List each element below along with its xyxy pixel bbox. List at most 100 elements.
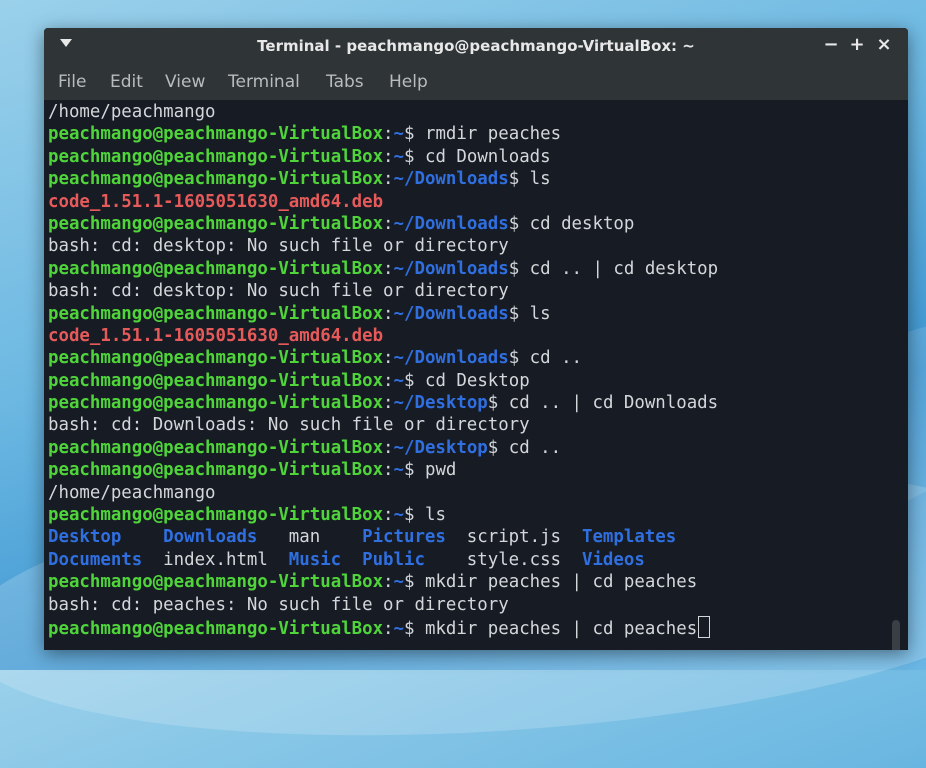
command-text: ls [414, 505, 446, 526]
prompt-dollar: $ [508, 258, 520, 279]
prompt-user: peachmango@peachmango-VirtualBox [48, 505, 384, 526]
prompt-user: peachmango@peachmango-VirtualBox [48, 124, 384, 145]
prompt-path: ~ [393, 460, 405, 481]
terminal-line: peachmango@peachmango-VirtualBox:~$ mkdi… [48, 615, 888, 639]
prompt-path: ~ [393, 618, 405, 639]
maximize-button[interactable]: + [846, 34, 868, 56]
terminal-line: peachmango@peachmango-VirtualBox:~/Downl… [48, 303, 888, 325]
output-text: /home/peachmango [48, 482, 216, 503]
terminal-line: Desktop Downloads man Pictures script.js Temp… [48, 526, 888, 548]
terminal-line: peachmango@peachmango-VirtualBox:~$ pwd [48, 459, 888, 481]
menu-terminal[interactable]: Terminal [228, 72, 300, 92]
prompt-colon: : [383, 146, 394, 167]
prompt-user: peachmango@peachmango-VirtualBox [48, 303, 384, 324]
prompt-path: ~/Downloads [393, 169, 509, 190]
menu-edit[interactable]: Edit [110, 72, 143, 92]
prompt-path: ~/Desktop [393, 437, 488, 458]
terminal-line: peachmango@peachmango-VirtualBox:~/Downl… [48, 258, 888, 280]
output-text: bash: cd: peaches: No such file or direc… [48, 594, 509, 615]
prompt-colon: : [383, 437, 394, 458]
text-cursor [698, 615, 711, 638]
ls-file: style.css [466, 549, 562, 570]
window-title: Terminal - peachmango@peachmango-Virtual… [257, 37, 695, 55]
terminal-line: peachmango@peachmango-VirtualBox:~$ mkdi… [48, 571, 888, 593]
ls-directory: Desktop [48, 527, 122, 548]
output-text: bash: cd: desktop: No such file or direc… [48, 281, 509, 302]
output-text: bash: cd: Downloads: No such file or dir… [48, 415, 530, 436]
terminal-window: Terminal - peachmango@peachmango-Virtual… [44, 28, 908, 650]
titlebar[interactable]: Terminal - peachmango@peachmango-Virtual… [44, 28, 908, 64]
output-text: bash: cd: desktop: No such file or direc… [48, 236, 509, 257]
terminal-line: peachmango@peachmango-VirtualBox:~$ ls [48, 504, 888, 526]
terminal-line: Documents index.html Music Public style.css V… [48, 549, 888, 571]
terminal-line: bash: cd: desktop: No such file or direc… [48, 235, 888, 257]
terminal-output[interactable]: /home/peachmango peachmango@peachmango-Vi… [44, 100, 908, 650]
prompt-dollar: $ [508, 169, 520, 190]
menu-file[interactable]: File [58, 72, 86, 92]
prompt-colon: : [383, 348, 394, 369]
prompt-colon: : [383, 572, 394, 593]
prompt-user: peachmango@peachmango-VirtualBox [48, 572, 384, 593]
output-text: /home/peachmango [48, 102, 216, 122]
terminal-line: code_1.51.1-1605051630_amd64.deb [48, 325, 888, 347]
scrollbar[interactable] [892, 620, 900, 650]
ls-directory: Documents [48, 549, 143, 570]
command-text: cd Desktop [414, 370, 530, 391]
prompt-colon: : [383, 618, 394, 639]
prompt-colon: : [383, 169, 394, 190]
terminal-line: code_1.51.1-1605051630_amd64.deb [48, 191, 888, 213]
prompt-dollar: $ [404, 505, 415, 526]
prompt-user: peachmango@peachmango-VirtualBox [48, 370, 384, 391]
prompt-user: peachmango@peachmango-VirtualBox [48, 146, 384, 167]
prompt-path: ~ [393, 146, 405, 167]
command-text: cd .. | cd desktop [519, 258, 719, 279]
prompt-user: peachmango@peachmango-VirtualBox [48, 213, 384, 234]
prompt-colon: : [383, 460, 394, 481]
ls-directory: Public [362, 549, 425, 570]
terminal-line: bash: cd: peaches: No such file or direc… [48, 594, 888, 616]
deb-file-name: code_1.51.1-1605051630_amd64.deb [48, 191, 384, 212]
terminal-line: peachmango@peachmango-VirtualBox:~/Downl… [48, 168, 888, 190]
terminal-line: bash: cd: Downloads: No such file or dir… [48, 414, 888, 436]
prompt-colon: : [383, 505, 394, 526]
ls-directory: Pictures [362, 527, 446, 548]
prompt-user: peachmango@peachmango-VirtualBox [48, 348, 384, 369]
menu-tabs[interactable]: Tabs [326, 72, 364, 92]
terminal-line: peachmango@peachmango-VirtualBox:~$ rmdi… [48, 123, 888, 145]
terminal-lines: /home/peachmango peachmango@peachmango-Vi… [48, 101, 888, 639]
prompt-user: peachmango@peachmango-VirtualBox [48, 618, 384, 639]
terminal-line: peachmango@peachmango-VirtualBox:~/Deskt… [48, 392, 888, 414]
prompt-path: ~ [393, 124, 405, 145]
prompt-path: ~/Downloads [393, 348, 509, 369]
prompt-dollar: $ [508, 213, 520, 234]
prompt-dollar: $ [404, 618, 415, 639]
terminal-line: /home/peachmango [48, 482, 888, 504]
menu-view[interactable]: View [165, 72, 205, 92]
prompt-colon: : [383, 124, 394, 145]
prompt-colon: : [383, 370, 394, 391]
terminal-line: peachmango@peachmango-VirtualBox:~$ cd D… [48, 370, 888, 392]
prompt-user: peachmango@peachmango-VirtualBox [48, 460, 384, 481]
prompt-dollar: $ [487, 437, 499, 458]
prompt-colon: : [383, 303, 394, 324]
close-button[interactable]: × [873, 34, 895, 56]
prompt-path: ~/Desktop [393, 393, 488, 414]
prompt-user: peachmango@peachmango-VirtualBox [48, 169, 384, 190]
prompt-path: ~ [393, 370, 405, 391]
terminal-line: /home/peachmango [48, 101, 888, 123]
prompt-colon: : [383, 393, 394, 414]
prompt-dollar: $ [508, 303, 520, 324]
command-text: mkdir peaches | cd peaches [414, 618, 698, 639]
prompt-user: peachmango@peachmango-VirtualBox [48, 437, 384, 458]
prompt-dollar: $ [487, 393, 499, 414]
prompt-dollar: $ [508, 348, 520, 369]
menu-help[interactable]: Help [389, 72, 428, 92]
prompt-dollar: $ [404, 572, 415, 593]
minimize-button[interactable]: − [820, 34, 842, 56]
terminal-line: peachmango@peachmango-VirtualBox:~/Deskt… [48, 437, 888, 459]
command-text: cd .. [498, 437, 562, 458]
terminal-line: peachmango@peachmango-VirtualBox:~/Downl… [48, 213, 888, 235]
ls-file: index.html [163, 549, 268, 570]
command-text: cd .. | cd Downloads [498, 393, 719, 414]
prompt-path: ~ [393, 505, 405, 526]
